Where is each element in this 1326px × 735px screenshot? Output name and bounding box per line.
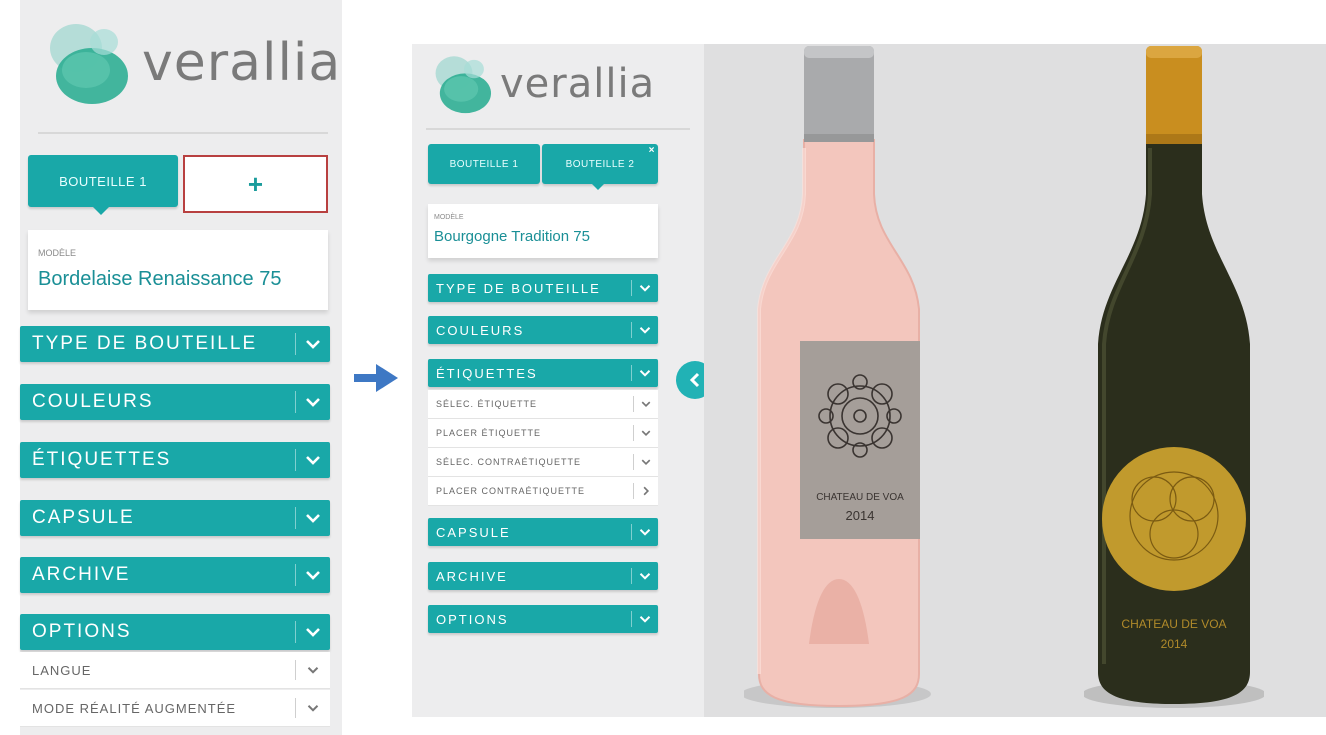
menu-item-label: MODE RÉALITÉ AUGMENTÉE <box>32 700 237 716</box>
divider <box>38 132 328 134</box>
chevron-down-icon <box>296 510 330 526</box>
sidebar-right: verallia BOUTEILLE 1 BOUTEILLE 2 × MODÈL… <box>412 44 704 717</box>
chevron-right-icon <box>634 486 658 496</box>
section-colors[interactable]: COULEURS <box>428 316 658 344</box>
brand-name: verallia <box>500 61 656 107</box>
menu-item-ar-mode[interactable]: MODE RÉALITÉ AUGMENTÉE <box>20 690 330 727</box>
menu-item-label: PLACER ÉTIQUETTE <box>436 428 542 438</box>
tab-bottle-1[interactable]: BOUTEILLE 1 <box>28 155 178 207</box>
chevron-down-icon <box>296 702 330 714</box>
section-label: ARCHIVE <box>436 568 508 584</box>
brand-name: verallia <box>142 33 342 93</box>
chevron-down-icon <box>632 526 658 538</box>
chevron-down-icon <box>632 613 658 625</box>
logo-icon <box>50 24 128 104</box>
add-bottle-button[interactable]: + <box>183 155 328 213</box>
section-options[interactable]: OPTIONS <box>20 614 330 650</box>
section-labels[interactable]: ÉTIQUETTES <box>428 359 658 387</box>
divider <box>426 128 690 130</box>
section-label: CAPSULE <box>436 524 511 540</box>
section-archive[interactable]: ARCHIVE <box>428 562 658 590</box>
plus-icon: + <box>247 168 264 199</box>
menu-item-select-back-label[interactable]: SÉLEC. CONTRAÉTIQUETTE <box>428 448 658 477</box>
chevron-down-icon <box>634 399 658 409</box>
menu-item-label: LANGUE <box>32 662 92 678</box>
section-type-bottle[interactable]: TYPE DE BOUTEILLE <box>20 326 330 362</box>
section-archive[interactable]: ARCHIVE <box>20 557 330 593</box>
logo-icon <box>435 56 492 114</box>
section-label: COULEURS <box>436 322 525 338</box>
section-labels[interactable]: ÉTIQUETTES <box>20 442 330 478</box>
tab-pointer <box>592 184 604 190</box>
bottle-2-label-year: 2014 <box>1161 637 1188 651</box>
menu-item-place-back-label[interactable]: PLACER CONTRAÉTIQUETTE <box>428 477 658 506</box>
chevron-down-icon <box>296 664 330 676</box>
bottle-2[interactable]: CHATEAU DE VOA 2014 <box>1084 44 1264 717</box>
tab-label: BOUTEILLE 1 <box>449 158 519 170</box>
chevron-down-icon <box>296 336 330 352</box>
model-value: Bordelaise Renaissance 75 <box>38 268 282 290</box>
section-label: TYPE DE BOUTEILLE <box>32 333 258 354</box>
bottle-2-label-title: CHATEAU DE VOA <box>1121 617 1226 631</box>
section-label: COULEURS <box>32 391 154 412</box>
chevron-down-icon <box>296 394 330 410</box>
chevron-left-icon <box>689 372 700 388</box>
tab-bottle-2[interactable]: BOUTEILLE 2 × <box>542 144 658 184</box>
section-label: OPTIONS <box>436 611 509 627</box>
menu-item-label: SÉLEC. ÉTIQUETTE <box>436 399 538 409</box>
chevron-down-icon <box>632 570 658 582</box>
bottle-1-label-title: CHATEAU DE VOA <box>816 492 904 503</box>
section-label: TYPE DE BOUTEILLE <box>436 280 601 296</box>
sidebar-left: verallia BOUTEILLE 1 + MODÈLE Bordelaise… <box>20 0 342 735</box>
model-value: Bourgogne Tradition 75 <box>434 228 590 245</box>
model-box: MODÈLE Bordelaise Renaissance 75 <box>28 230 328 310</box>
section-label: ARCHIVE <box>32 564 131 585</box>
chevron-down-icon <box>296 567 330 583</box>
section-label: OPTIONS <box>32 621 132 642</box>
bottle-viewer: CHATEAU DE VOA 2014 CHATEAU DE VOA 2014 <box>704 44 1326 717</box>
chevron-down-icon <box>634 457 658 467</box>
brand-logo: verallia <box>428 52 655 116</box>
chevron-down-icon <box>634 428 658 438</box>
section-capsule[interactable]: CAPSULE <box>20 500 330 536</box>
close-icon[interactable]: × <box>649 145 655 156</box>
tab-pointer <box>93 207 109 215</box>
chevron-down-icon <box>632 367 658 379</box>
chevron-down-icon <box>296 452 330 468</box>
model-box: MODÈLE Bourgogne Tradition 75 <box>428 204 658 258</box>
section-label: ÉTIQUETTES <box>436 365 538 381</box>
chevron-down-icon <box>632 282 658 294</box>
menu-item-language[interactable]: LANGUE <box>20 652 330 689</box>
model-label: MODÈLE <box>38 248 77 258</box>
bottle-1-label-year: 2014 <box>846 508 875 523</box>
bottle-2-label <box>1102 447 1246 591</box>
tab-label: BOUTEILLE 1 <box>59 173 147 189</box>
menu-item-select-label[interactable]: SÉLEC. ÉTIQUETTE <box>428 390 658 419</box>
section-capsule[interactable]: CAPSULE <box>428 518 658 546</box>
bottle-1[interactable]: CHATEAU DE VOA 2014 <box>744 44 934 717</box>
chevron-down-icon <box>632 324 658 336</box>
tab-bottle-1[interactable]: BOUTEILLE 1 <box>428 144 540 184</box>
section-options[interactable]: OPTIONS <box>428 605 658 633</box>
section-colors[interactable]: COULEURS <box>20 384 330 420</box>
brand-logo: verallia <box>40 18 341 108</box>
menu-item-place-label[interactable]: PLACER ÉTIQUETTE <box>428 419 658 448</box>
menu-item-label: PLACER CONTRAÉTIQUETTE <box>436 486 586 496</box>
section-type-bottle[interactable]: TYPE DE BOUTEILLE <box>428 274 658 302</box>
section-label: CAPSULE <box>32 507 135 528</box>
chevron-down-icon <box>296 624 330 640</box>
tab-label: BOUTEILLE 2 <box>565 158 635 170</box>
model-label: MODÈLE <box>434 214 464 221</box>
menu-item-label: SÉLEC. CONTRAÉTIQUETTE <box>436 457 582 467</box>
arrow-right-icon <box>354 364 398 392</box>
section-label: ÉTIQUETTES <box>32 449 172 470</box>
